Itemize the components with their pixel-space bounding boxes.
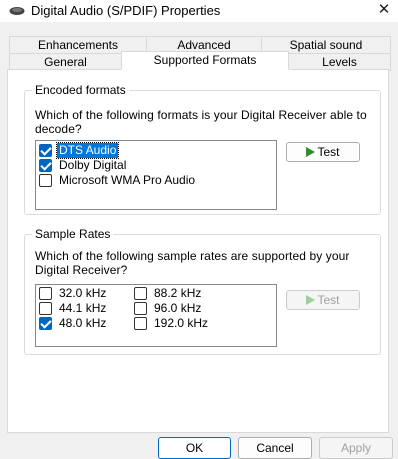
sample-test-label: Test — [317, 293, 340, 307]
encoded-formats-question: Which of the following formats is your D… — [35, 108, 380, 136]
encoded-test-label: Test — [317, 145, 340, 159]
sample-rates-group: Sample Rates Which of the following samp… — [24, 227, 381, 355]
encoded-formats-group: Encoded formats Which of the following f… — [24, 83, 381, 215]
rate-32-checkbox[interactable] — [39, 287, 52, 300]
window-title: Digital Audio (S/PDIF) Properties — [31, 3, 221, 18]
rate-88-checkbox[interactable] — [134, 287, 147, 300]
encoded-test-button[interactable]: Test — [286, 142, 360, 162]
encoded-question-line1: Which of the following formats is your D… — [35, 108, 367, 122]
play-icon — [306, 147, 316, 157]
wma-pro-checkbox[interactable] — [39, 174, 52, 187]
sample-rates-list[interactable]: 32.0 kHz 44.1 kHz 48.0 kHz 88.2 kHz 96.0… — [35, 284, 277, 347]
sample-rates-legend: Sample Rates — [32, 227, 114, 241]
encoded-question-line2: decode? — [35, 122, 82, 136]
tab-panel: Encoded formats Which of the following f… — [7, 69, 389, 433]
dts-label: DTS Audio — [55, 142, 120, 159]
rate-96-label: 96.0 kHz — [154, 301, 202, 315]
rate-44-checkbox[interactable] — [39, 302, 52, 315]
wma-pro-label: Microsoft WMA Pro Audio — [59, 173, 196, 187]
encoded-formats-legend: Encoded formats — [32, 83, 129, 97]
cancel-button[interactable]: Cancel — [238, 437, 312, 459]
tab-supported-formats[interactable]: Supported Formats — [121, 51, 289, 70]
sample-rates-question: Which of the following sample rates are … — [35, 249, 380, 277]
rate-48-checkbox[interactable] — [39, 317, 52, 330]
rate-32-label: 32.0 kHz — [59, 286, 107, 300]
dolby-checkbox[interactable] — [39, 159, 52, 172]
play-icon — [306, 295, 316, 305]
rate-44-label: 44.1 kHz — [59, 301, 107, 315]
ok-button[interactable]: OK — [158, 437, 231, 459]
apply-button[interactable]: Apply — [319, 437, 393, 459]
sample-test-button[interactable]: Test — [286, 290, 360, 310]
rate-192-label: 192.0 kHz — [154, 316, 209, 330]
rate-88-label: 88.2 kHz — [154, 286, 202, 300]
rate-48-label: 48.0 kHz — [59, 316, 107, 330]
title-bar: Digital Audio (S/PDIF) Properties ✕ — [0, 0, 398, 22]
dts-checkbox[interactable] — [39, 144, 52, 157]
rate-96-checkbox[interactable] — [134, 302, 147, 315]
sample-question-line1: Which of the following sample rates are … — [35, 249, 350, 263]
sample-question-line2: Digital Receiver? — [35, 263, 128, 277]
dolby-label: Dolby Digital — [59, 158, 127, 172]
close-button[interactable]: ✕ — [370, 0, 398, 22]
speaker-device-icon — [9, 7, 25, 15]
close-icon: ✕ — [377, 1, 391, 18]
rate-192-checkbox[interactable] — [134, 317, 147, 330]
encoded-formats-list[interactable]: DTS Audio Dolby Digital Microsoft WMA Pr… — [35, 140, 277, 210]
